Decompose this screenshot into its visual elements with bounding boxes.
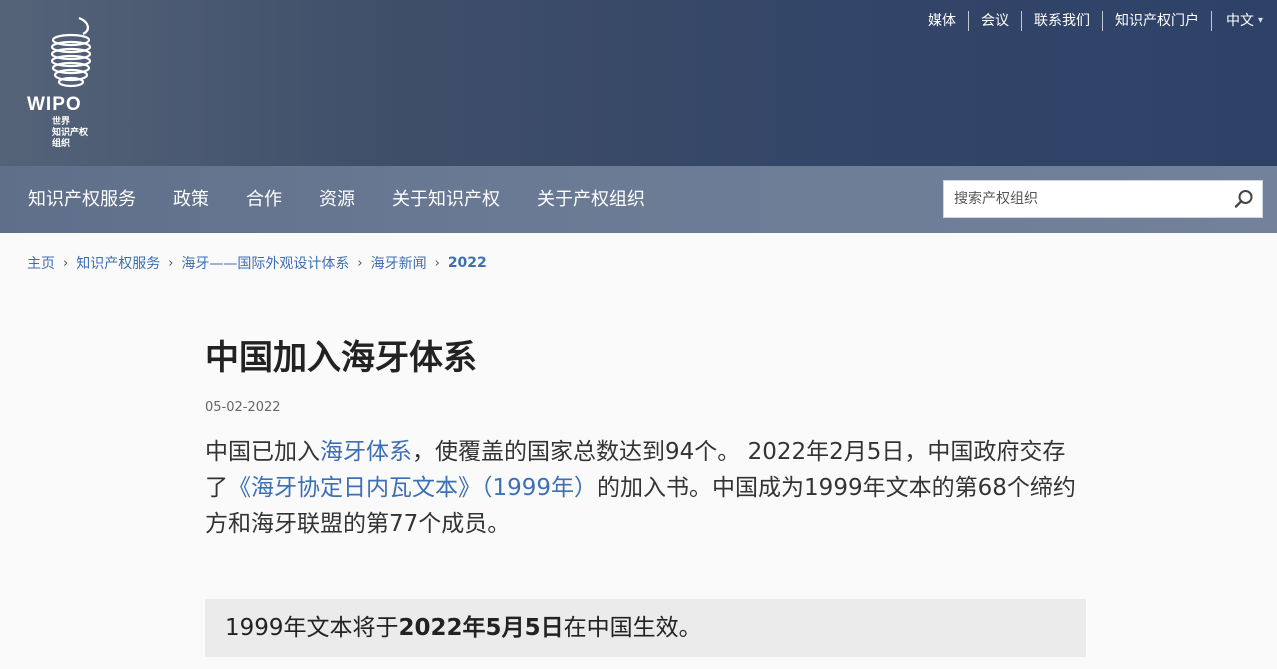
breadcrumb-separator: › <box>434 255 440 271</box>
search-input[interactable] <box>944 181 1226 217</box>
search-box <box>943 180 1263 218</box>
publish-date: 05-02-2022 <box>205 400 281 415</box>
wipo-logo-icon <box>50 16 92 88</box>
breadcrumb-hague-news[interactable]: 海牙新闻 <box>371 253 427 273</box>
lede-text: 中国已加入 <box>205 439 320 465</box>
breadcrumb-separator: › <box>168 255 174 271</box>
utility-link-media[interactable]: 媒体 <box>916 11 968 31</box>
breadcrumb-ip-services[interactable]: 知识产权服务 <box>76 253 160 273</box>
logo-wordmark: WIPO <box>27 94 82 115</box>
language-label: 中文 <box>1225 13 1254 29</box>
utility-link-ip-portal[interactable]: 知识产权门户 <box>1101 11 1211 31</box>
breadcrumb-separator: › <box>357 255 363 271</box>
nav-item-about-wipo[interactable]: 关于产权组织 <box>519 166 664 233</box>
logo-subtitle: 世界 知识产权 组织 <box>52 117 89 149</box>
link-geneva-act[interactable]: 《海牙协定日内瓦文本》（1999年） <box>228 475 597 501</box>
notice-text: 在中国生效。 <box>563 615 702 641</box>
page-title: 中国加入海牙体系 <box>205 338 477 378</box>
utility-link-contact[interactable]: 联系我们 <box>1020 11 1102 31</box>
breadcrumb-hague-system[interactable]: 海牙——国际外观设计体系 <box>181 253 349 273</box>
search-icon <box>1234 190 1253 208</box>
site-header: WIPO 世界 知识产权 组织 媒体 会议 联系我们 知识产权门户 中文 ▾ <box>0 0 1277 166</box>
search-button[interactable] <box>1226 181 1262 217</box>
article-lede: 中国已加入海牙体系，使覆盖的国家总数达到94个。 2022年2月5日，中国政府交… <box>205 434 1086 542</box>
breadcrumb-current-year[interactable]: 2022 <box>448 255 487 271</box>
language-selector[interactable]: 中文 ▾ <box>1210 11 1263 31</box>
article: 中国加入海牙体系 05-02-2022 中国已加入海牙体系，使覆盖的国家总数达到… <box>205 330 1086 542</box>
utility-link-meetings[interactable]: 会议 <box>967 11 1021 31</box>
nav-item-about-ip[interactable]: 关于知识产权 <box>374 166 519 233</box>
utility-nav: 媒体 会议 联系我们 知识产权门户 中文 ▾ <box>916 8 1263 34</box>
chevron-down-icon: ▾ <box>1257 15 1263 26</box>
nav-item-resources[interactable]: 资源 <box>301 166 374 233</box>
breadcrumb-home[interactable]: 主页 <box>27 253 55 273</box>
link-hague-system[interactable]: 海牙体系 <box>320 439 412 465</box>
nav-item-ip-services[interactable]: 知识产权服务 <box>10 166 155 233</box>
breadcrumb: 主页 › 知识产权服务 › 海牙——国际外观设计体系 › 海牙新闻 › 2022 <box>27 253 487 273</box>
breadcrumb-separator: › <box>63 255 69 271</box>
notice-date: 2022年5月5日 <box>398 615 564 641</box>
wipo-logo[interactable]: WIPO 世界 知识产权 组织 <box>27 14 127 154</box>
nav-item-policy[interactable]: 政策 <box>155 166 228 233</box>
entry-into-force-notice: 1999年文本将于2022年5月5日在中国生效。 <box>205 599 1086 657</box>
notice-text: 1999年文本将于 <box>225 615 399 641</box>
nav-item-cooperation[interactable]: 合作 <box>228 166 301 233</box>
